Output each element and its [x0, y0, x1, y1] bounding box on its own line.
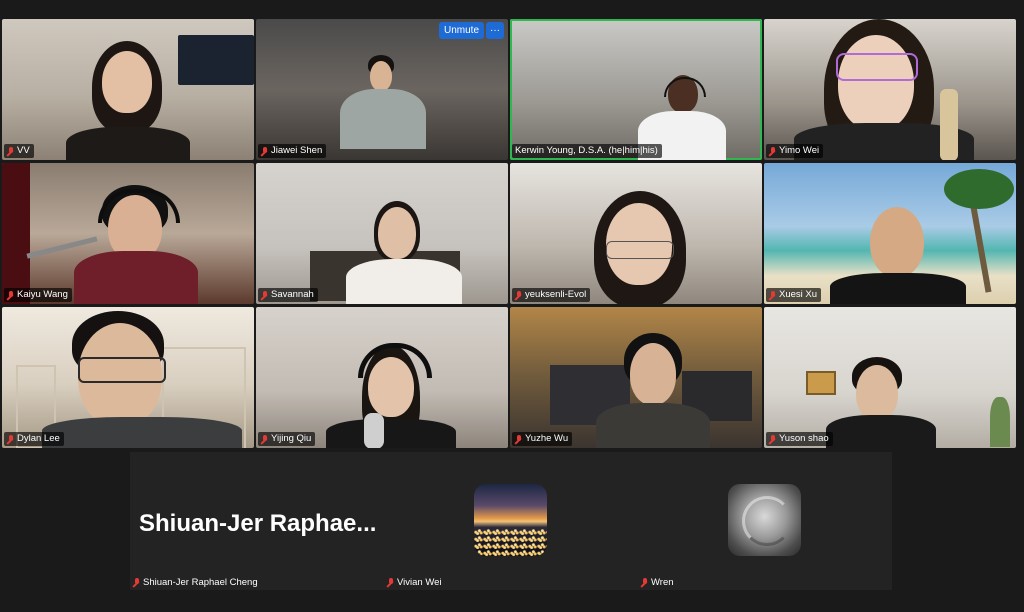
participant-name: yeuksenli-Evol — [525, 289, 587, 300]
participant-name-tag: Xuesi Xu — [766, 288, 822, 302]
participant-name-tag: Vivian Wei — [387, 577, 442, 588]
glasses — [836, 53, 918, 81]
participant-name-tag: Wren — [641, 577, 674, 588]
blonde-hair-strand — [940, 89, 958, 160]
video-tile-active-speaker[interactable]: Kerwin Young, D.S.A. (he|him|his) — [510, 19, 762, 160]
participant-name-tag: Kerwin Young, D.S.A. (he|him|his) — [512, 144, 662, 158]
participant-name-tag: Yuson shao — [766, 432, 833, 446]
participant-name: Shiuan-Jer Raphael Cheng — [143, 577, 258, 588]
participant-name: Dylan Lee — [17, 433, 60, 444]
video-tile[interactable]: Xuesi Xu — [764, 163, 1016, 304]
muted-mic-icon — [7, 434, 14, 444]
participant-name-tag: Shiuan-Jer Raphael Cheng — [133, 577, 258, 588]
muted-mic-icon — [515, 290, 522, 300]
participant-name: Vivian Wei — [397, 577, 442, 588]
muted-mic-icon — [769, 434, 776, 444]
more-options-button[interactable]: ··· — [486, 22, 504, 39]
participant-name: Jiawei Shen — [271, 145, 323, 156]
participant-name-tag: Yijing Qiu — [258, 432, 316, 446]
participant-name: Yijing Qiu — [271, 433, 312, 444]
participant-name-tag: Yimo Wei — [766, 144, 824, 158]
participant-name: Wren — [651, 577, 674, 588]
participant-name-tag: Yuzhe Wu — [512, 432, 573, 446]
participant-display-name: Shiuan-Jer Raphae... — [139, 510, 377, 537]
video-tile[interactable]: yeuksenli-Evol — [510, 163, 762, 304]
city-sunset-avatar — [474, 484, 547, 556]
video-off-tile[interactable]: Vivian Wei — [384, 452, 638, 590]
headphones — [664, 77, 706, 97]
red-curtain — [2, 163, 30, 304]
unmute-button[interactable]: Unmute — [438, 22, 484, 39]
muted-mic-icon — [387, 578, 394, 587]
video-off-tile[interactable]: Shiuan-Jer Raphae... Shiuan-Jer Raphael … — [130, 452, 384, 590]
microphone-arm — [26, 236, 98, 259]
muted-mic-icon — [641, 578, 648, 587]
participant-name: VV — [17, 145, 30, 156]
video-tile[interactable]: Yimo Wei — [764, 19, 1016, 160]
muted-mic-icon — [769, 146, 776, 156]
participant-name-tag: Dylan Lee — [4, 432, 64, 446]
participant-name: Xuesi Xu — [779, 289, 818, 300]
video-tile[interactable]: Savannah — [256, 163, 508, 304]
tv-screen — [178, 35, 254, 85]
muted-mic-icon — [515, 434, 522, 444]
video-tile[interactable]: Dylan Lee — [2, 307, 254, 448]
microphone — [364, 413, 384, 448]
wall-picture — [806, 371, 836, 395]
glasses — [606, 241, 674, 259]
video-tile[interactable]: Unmute ··· Jiawei Shen — [256, 19, 508, 160]
shell-avatar — [728, 484, 801, 556]
participant-name: Kaiyu Wang — [17, 289, 68, 300]
muted-mic-icon — [261, 146, 268, 156]
participant-name-tag: Jiawei Shen — [258, 144, 327, 158]
video-tile[interactable]: Yuson shao — [764, 307, 1016, 448]
participant-name: Savannah — [271, 289, 314, 300]
palm-tree-leaves — [944, 169, 1014, 209]
participant-name-tag: Kaiyu Wang — [4, 288, 72, 302]
participant-name: Yimo Wei — [779, 145, 820, 156]
video-tile[interactable]: Yuzhe Wu — [510, 307, 762, 448]
headphones — [358, 343, 432, 378]
muted-mic-icon — [133, 578, 140, 587]
participant-name: Yuson shao — [779, 433, 829, 444]
participant-name: Yuzhe Wu — [525, 433, 569, 444]
no-video-participants: Shiuan-Jer Raphae... Shiuan-Jer Raphael … — [130, 452, 892, 590]
participant-name-tag: yeuksenli-Evol — [512, 288, 591, 302]
muted-mic-icon — [261, 290, 268, 300]
muted-mic-icon — [261, 434, 268, 444]
muted-mic-icon — [769, 290, 776, 300]
glasses — [78, 357, 166, 383]
video-tile[interactable]: VV — [2, 19, 254, 160]
participant-name: Kerwin Young, D.S.A. (he|him|his) — [515, 145, 658, 156]
participant-name-tag: VV — [4, 144, 34, 158]
video-tile[interactable]: Kaiyu Wang — [2, 163, 254, 304]
video-gallery: VV Unmute ··· Jiawei Shen Kerwin Young, … — [2, 19, 1021, 449]
muted-mic-icon — [7, 146, 14, 156]
muted-mic-icon — [7, 290, 14, 300]
video-off-tile[interactable]: Wren — [638, 452, 892, 590]
participant-name-tag: Savannah — [258, 288, 318, 302]
plant — [990, 397, 1010, 447]
video-tile[interactable]: Yijing Qiu — [256, 307, 508, 448]
